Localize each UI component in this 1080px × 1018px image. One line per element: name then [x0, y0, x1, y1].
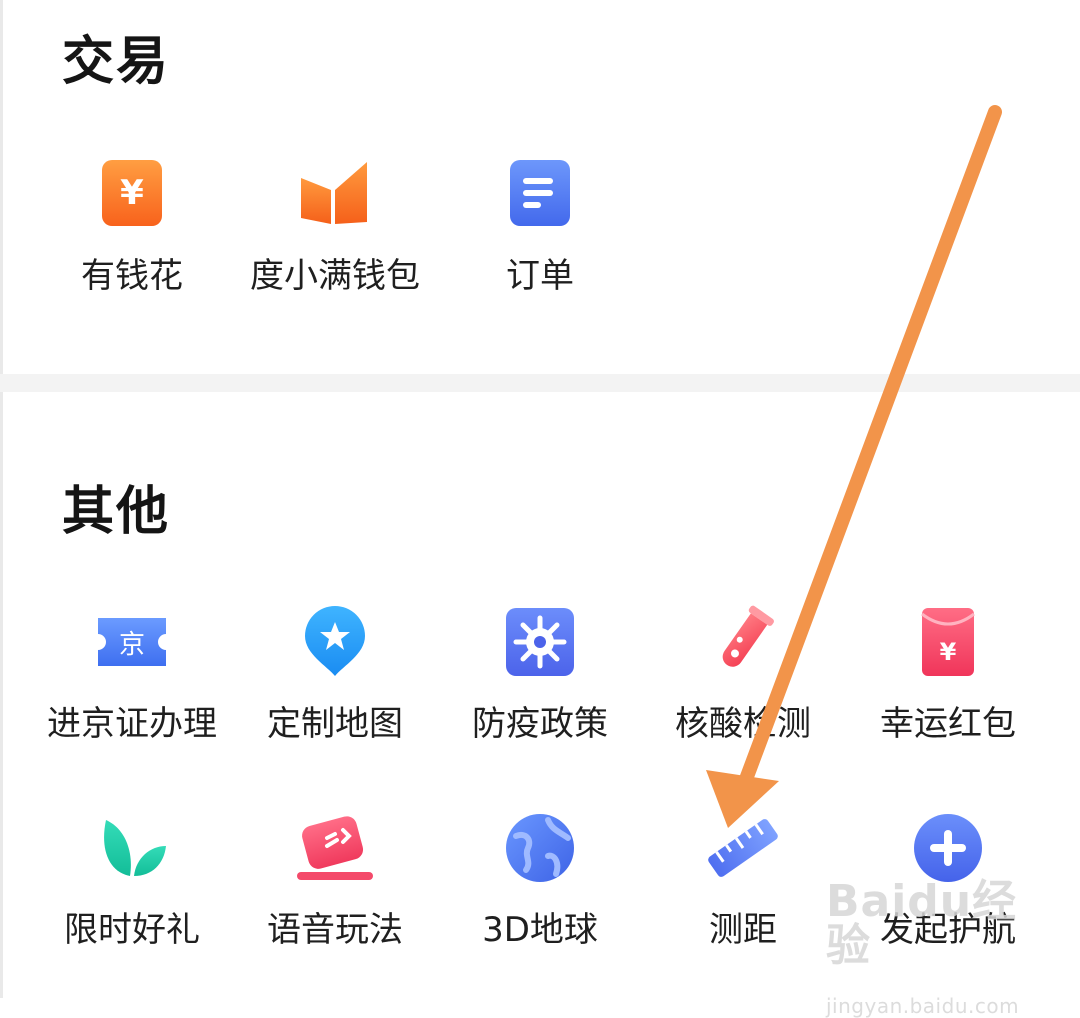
svg-text:京: 京: [119, 630, 145, 660]
service-limited-gift[interactable]: 限时好礼: [27, 810, 237, 949]
service-duxiaoman-wallet[interactable]: 度小满钱包: [230, 156, 440, 295]
service-label: 防疫政策: [472, 704, 608, 744]
yen-card-icon: ¥: [94, 156, 170, 232]
svg-text:¥: ¥: [940, 638, 957, 666]
service-beijing-permit[interactable]: 京 进京证办理: [27, 604, 237, 743]
service-label: 幸运红包: [880, 704, 1016, 744]
section-title-other: 其他: [62, 482, 171, 542]
custom-map-pin-icon: [297, 604, 373, 680]
globe-icon: [502, 810, 578, 886]
service-label: 核酸检测: [675, 704, 811, 744]
svg-text:¥: ¥: [120, 173, 144, 213]
virus-icon: [502, 604, 578, 680]
service-3d-globe[interactable]: 3D地球: [435, 810, 645, 949]
service-label: 测距: [709, 910, 777, 950]
service-label: 度小满钱包: [250, 256, 420, 296]
service-label: 有钱花: [81, 256, 183, 296]
service-order[interactable]: 订单: [435, 156, 645, 295]
plus-circle-icon: [910, 810, 986, 886]
service-label: 进京证办理: [47, 704, 217, 744]
service-label: 语音玩法: [267, 910, 403, 950]
service-label: 订单: [506, 256, 574, 296]
service-start-escort[interactable]: 发起护航: [843, 810, 1053, 949]
service-label: 发起护航: [880, 910, 1016, 950]
section-title-trade: 交易: [62, 32, 171, 92]
order-document-icon: [502, 156, 578, 232]
service-nucleic-test[interactable]: 核酸检测: [638, 604, 848, 743]
service-epidemic-policy[interactable]: 防疫政策: [435, 604, 645, 743]
red-envelope-icon: ¥: [910, 604, 986, 680]
service-label: 定制地图: [267, 704, 403, 744]
left-edge-border: [0, 0, 3, 998]
service-youqianhua[interactable]: ¥ 有钱花: [27, 156, 237, 295]
service-voice-play[interactable]: 语音玩法: [230, 810, 440, 949]
ruler-icon: [705, 810, 781, 886]
service-label: 3D地球: [482, 910, 598, 950]
beijing-ticket-icon: 京: [94, 604, 170, 680]
wallet-icon: [297, 156, 373, 232]
service-label: 限时好礼: [64, 910, 200, 950]
service-distance-measure[interactable]: 测距: [638, 810, 848, 949]
voice-icon: [297, 810, 373, 886]
test-tube-icon: [705, 604, 781, 680]
section-divider: [0, 374, 1080, 392]
leaf-gift-icon: [94, 810, 170, 886]
service-lucky-red-envelope[interactable]: ¥ 幸运红包: [843, 604, 1053, 743]
service-custom-map[interactable]: 定制地图: [230, 604, 440, 743]
